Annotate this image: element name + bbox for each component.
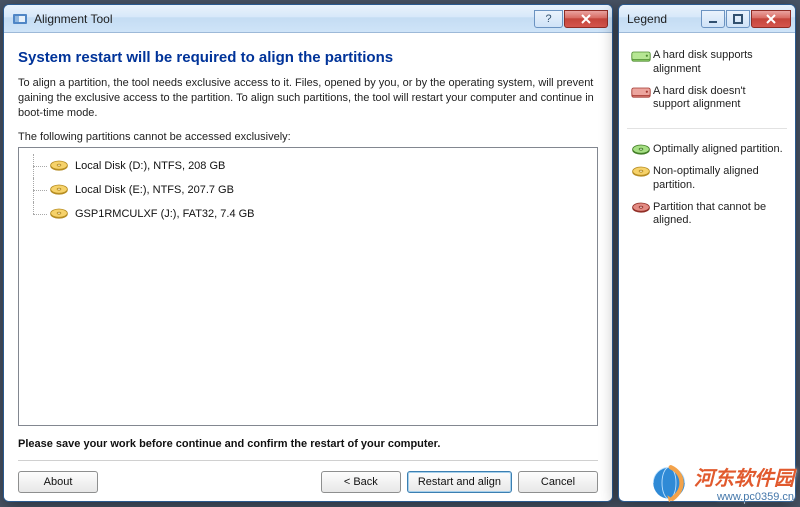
partition-row[interactable]: Local Disk (E:), NTFS, 207.7 GB bbox=[21, 178, 595, 202]
legend-item: A hard disk supports alignment bbox=[627, 45, 787, 81]
maximize-button[interactable] bbox=[726, 10, 750, 28]
disk-yellow-icon bbox=[49, 207, 69, 221]
partition-label: Local Disk (D:), NTFS, 208 GB bbox=[75, 160, 225, 172]
legend-close-button[interactable] bbox=[751, 10, 791, 28]
legend-text: Partition that cannot be aligned. bbox=[653, 201, 785, 229]
disk-green-icon bbox=[629, 143, 653, 157]
hdd-green-icon bbox=[629, 49, 653, 65]
legend-titlebar[interactable]: Legend bbox=[619, 5, 795, 33]
close-button[interactable] bbox=[564, 10, 608, 28]
legend-window: Legend A hard disk supports alignment A … bbox=[618, 4, 796, 502]
partition-row[interactable]: GSP1RMCULXF (J:), FAT32, 7.4 GB bbox=[21, 202, 595, 226]
legend-item: Optimally aligned partition. bbox=[627, 139, 787, 161]
minimize-button[interactable] bbox=[701, 10, 725, 28]
tree-connector bbox=[21, 154, 49, 178]
client-area: System restart will be required to align… bbox=[4, 33, 612, 501]
cancel-button[interactable]: Cancel bbox=[518, 471, 598, 493]
partition-label: GSP1RMCULXF (J:), FAT32, 7.4 GB bbox=[75, 208, 255, 220]
disk-yellow-icon bbox=[49, 183, 69, 197]
button-bar: About < Back Restart and align Cancel bbox=[18, 460, 598, 493]
page-headline: System restart will be required to align… bbox=[18, 49, 598, 66]
legend-text: Non-optimally aligned partition. bbox=[653, 165, 785, 193]
legend-partition-group: Optimally aligned partition. Non-optimal… bbox=[627, 135, 787, 242]
about-button[interactable]: About bbox=[18, 471, 98, 493]
partition-list-label: The following partitions cannot be acces… bbox=[18, 131, 598, 143]
save-work-note: Please save your work before continue an… bbox=[18, 438, 598, 450]
tree-connector bbox=[21, 202, 49, 226]
partition-tree[interactable]: Local Disk (D:), NTFS, 208 GB Local Disk… bbox=[18, 147, 598, 426]
description-text: To align a partition, the tool needs exc… bbox=[18, 76, 598, 121]
window-title: Alignment Tool bbox=[34, 12, 113, 26]
app-icon bbox=[12, 11, 28, 27]
hdd-red-icon bbox=[629, 85, 653, 101]
legend-item: Non-optimally aligned partition. bbox=[627, 161, 787, 197]
legend-text: A hard disk doesn't support alignment bbox=[653, 85, 785, 113]
alignment-tool-window: Alignment Tool ? System restart will be … bbox=[3, 4, 613, 502]
disk-yellow-icon bbox=[629, 165, 653, 179]
tree-connector bbox=[21, 178, 49, 202]
legend-client: A hard disk supports alignment A hard di… bbox=[619, 33, 795, 250]
titlebar[interactable]: Alignment Tool ? bbox=[4, 5, 612, 33]
partition-row[interactable]: Local Disk (D:), NTFS, 208 GB bbox=[21, 154, 595, 178]
legend-divider bbox=[627, 128, 787, 129]
legend-text: Optimally aligned partition. bbox=[653, 143, 785, 157]
partition-label: Local Disk (E:), NTFS, 207.7 GB bbox=[75, 184, 234, 196]
help-button[interactable]: ? bbox=[534, 10, 563, 28]
legend-item: Partition that cannot be aligned. bbox=[627, 197, 787, 233]
legend-item: A hard disk doesn't support alignment bbox=[627, 81, 787, 117]
legend-disk-group: A hard disk supports alignment A hard di… bbox=[627, 41, 787, 126]
legend-title: Legend bbox=[627, 12, 667, 26]
disk-yellow-icon bbox=[49, 159, 69, 173]
legend-text: A hard disk supports alignment bbox=[653, 49, 785, 77]
back-button[interactable]: < Back bbox=[321, 471, 401, 493]
restart-and-align-button[interactable]: Restart and align bbox=[407, 471, 512, 493]
disk-red-icon bbox=[629, 201, 653, 215]
